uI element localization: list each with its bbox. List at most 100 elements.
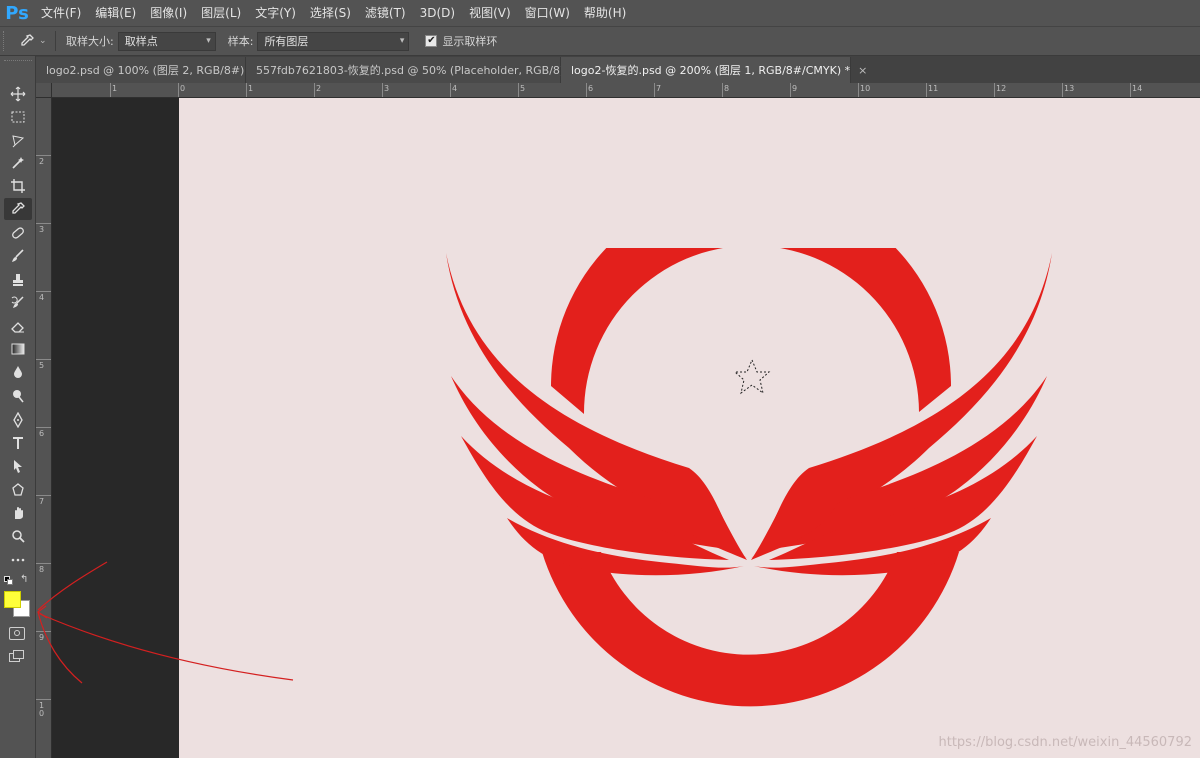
menu-help[interactable]: 帮助(H) bbox=[577, 0, 633, 26]
default-colors-icon[interactable] bbox=[4, 576, 14, 586]
tab-logo2-recovered[interactable]: logo2-恢复的.psd @ 200% (图层 1, RGB/8#/CMYK)… bbox=[561, 57, 867, 83]
tool-panel-grip[interactable] bbox=[4, 60, 32, 64]
close-icon[interactable]: × bbox=[858, 64, 867, 77]
ruler-tick-label: 2 bbox=[39, 157, 45, 166]
tab-label: logo2-恢复的.psd @ 200% (图层 1, RGB/8#/CMYK)… bbox=[571, 64, 851, 77]
tool-dodge[interactable] bbox=[4, 385, 32, 407]
ruler-tick bbox=[586, 83, 587, 97]
tool-gradient[interactable] bbox=[4, 338, 32, 360]
sample-size-select[interactable]: 取样点 ▾ bbox=[117, 31, 216, 51]
ruler-tick-label: 14 bbox=[1132, 84, 1143, 93]
pen-icon bbox=[13, 412, 23, 428]
tab-557fdb[interactable]: 557fdb7621803-恢复的.psd @ 50% (Placeholder… bbox=[246, 57, 590, 83]
ruler-tick-label: 4 bbox=[39, 293, 45, 302]
wing-logo bbox=[446, 248, 1052, 707]
menu-select[interactable]: 选择(S) bbox=[303, 0, 358, 26]
ruler-tick-label: 13 bbox=[1064, 84, 1075, 93]
menu-edit[interactable]: 编辑(E) bbox=[88, 0, 143, 26]
tool-crop[interactable] bbox=[4, 175, 32, 197]
swap-colors-icon[interactable]: ↰ bbox=[20, 574, 28, 585]
quick-mask-icon[interactable] bbox=[9, 627, 25, 640]
menu-type[interactable]: 文字(Y) bbox=[248, 0, 303, 26]
photoshop-logo[interactable]: Ps bbox=[0, 0, 34, 26]
menu-view[interactable]: 视图(V) bbox=[462, 0, 518, 26]
ruler-tick-label: 2 bbox=[316, 84, 322, 93]
quick-select-icon bbox=[12, 157, 24, 169]
ruler-tick bbox=[382, 83, 383, 97]
tool-hand[interactable] bbox=[4, 502, 32, 524]
ruler-tick bbox=[110, 83, 111, 97]
menu-layer[interactable]: 图层(L) bbox=[194, 0, 248, 26]
chevron-down-icon: ▾ bbox=[399, 36, 405, 46]
brush-icon bbox=[12, 249, 24, 262]
history-brush-icon bbox=[11, 296, 24, 308]
ruler-tick bbox=[926, 83, 927, 97]
ruler-tick bbox=[178, 83, 179, 97]
tool-lasso[interactable] bbox=[4, 129, 32, 151]
sample-select[interactable]: 所有图层 ▾ bbox=[257, 31, 410, 51]
tool-quick-select[interactable] bbox=[4, 152, 32, 174]
ruler-tick-label: 6 bbox=[588, 84, 594, 93]
menu-filter[interactable]: 滤镜(T) bbox=[358, 0, 413, 26]
ruler-tick bbox=[314, 83, 315, 97]
divider bbox=[55, 31, 56, 51]
tool-preset-picker[interactable]: ⌄ bbox=[9, 29, 49, 53]
sample-value: 所有图层 bbox=[264, 35, 309, 48]
menu-3d[interactable]: 3D(D) bbox=[413, 0, 462, 26]
document-tabs: logo2.psd @ 100% (图层 2, RGB/8#) × 557fdb… bbox=[36, 56, 1200, 83]
ruler-tick-label: 9 bbox=[792, 84, 798, 93]
tool-eraser[interactable] bbox=[4, 315, 32, 337]
menu-window[interactable]: 窗口(W) bbox=[518, 0, 577, 26]
tab-label: logo2.psd @ 100% (图层 2, RGB/8#) bbox=[46, 64, 245, 77]
ruler-tick bbox=[518, 83, 519, 97]
ruler-tick bbox=[36, 427, 51, 428]
pasteboard[interactable] bbox=[52, 98, 179, 758]
tool-type[interactable] bbox=[4, 432, 32, 454]
tool-brush[interactable] bbox=[4, 245, 32, 267]
tool-more[interactable] bbox=[4, 549, 32, 571]
tool-move[interactable] bbox=[4, 83, 32, 105]
show-ring-checkbox[interactable]: ✔ bbox=[425, 35, 438, 47]
menu-file[interactable]: 文件(F) bbox=[34, 0, 88, 26]
eyedropper-icon bbox=[12, 202, 25, 214]
ruler-tick-label: 8 bbox=[724, 84, 730, 93]
vertical-ruler[interactable]: 2 3 4 5 6 7 8 9 1 0 bbox=[36, 98, 52, 758]
tool-eyedropper[interactable] bbox=[4, 198, 32, 220]
tool-path-select[interactable] bbox=[4, 455, 32, 477]
options-bar: ⌄ 取样大小: 取样点 ▾ 样本: 所有图层 ▾ ✔ 显示取样环 bbox=[0, 26, 1200, 56]
move-icon bbox=[10, 86, 26, 102]
tool-zoom[interactable] bbox=[4, 525, 32, 547]
tab-logo2[interactable]: logo2.psd @ 100% (图层 2, RGB/8#) × bbox=[36, 57, 262, 83]
menu-image[interactable]: 图像(I) bbox=[143, 0, 194, 26]
healing-icon bbox=[12, 227, 24, 239]
tool-blur[interactable] bbox=[4, 361, 32, 383]
ruler-tick-label: 1 bbox=[248, 84, 254, 93]
horizontal-ruler[interactable]: 1 0 1 2 3 4 5 6 7 8 9 10 11 12 13 14 bbox=[52, 83, 1200, 98]
tool-marquee[interactable] bbox=[4, 106, 32, 128]
screen-mode-icon[interactable] bbox=[9, 650, 25, 663]
document-canvas[interactable]: https://blog.csdn.net/weixin_44560792 bbox=[179, 98, 1200, 758]
ruler-tick bbox=[994, 83, 995, 97]
tool-shape[interactable] bbox=[4, 479, 32, 501]
type-icon bbox=[13, 437, 23, 449]
ruler-tick-label: 5 bbox=[39, 361, 45, 370]
ruler-tick-label: 1 0 bbox=[39, 701, 45, 718]
ruler-tick-label: 3 bbox=[384, 84, 390, 93]
tab-label: 557fdb7621803-恢复的.psd @ 50% (Placeholder… bbox=[256, 64, 574, 77]
ruler-tick-label: 8 bbox=[39, 565, 45, 574]
shape-icon bbox=[12, 483, 24, 496]
ruler-corner[interactable] bbox=[36, 83, 52, 98]
tool-history-brush[interactable] bbox=[4, 292, 32, 314]
tool-stamp[interactable] bbox=[4, 269, 32, 291]
ruler-tick bbox=[790, 83, 791, 97]
tool-healing[interactable] bbox=[4, 222, 32, 244]
ruler-tick bbox=[36, 223, 51, 224]
foreground-color-swatch[interactable] bbox=[4, 591, 21, 608]
ruler-tick bbox=[1130, 83, 1131, 97]
ruler-tick bbox=[654, 83, 655, 97]
ruler-tick bbox=[36, 495, 51, 496]
tool-pen[interactable] bbox=[4, 409, 32, 431]
ruler-tick bbox=[450, 83, 451, 97]
ruler-tick-label: 7 bbox=[656, 84, 662, 93]
logo-bottom-arc bbox=[542, 552, 959, 707]
